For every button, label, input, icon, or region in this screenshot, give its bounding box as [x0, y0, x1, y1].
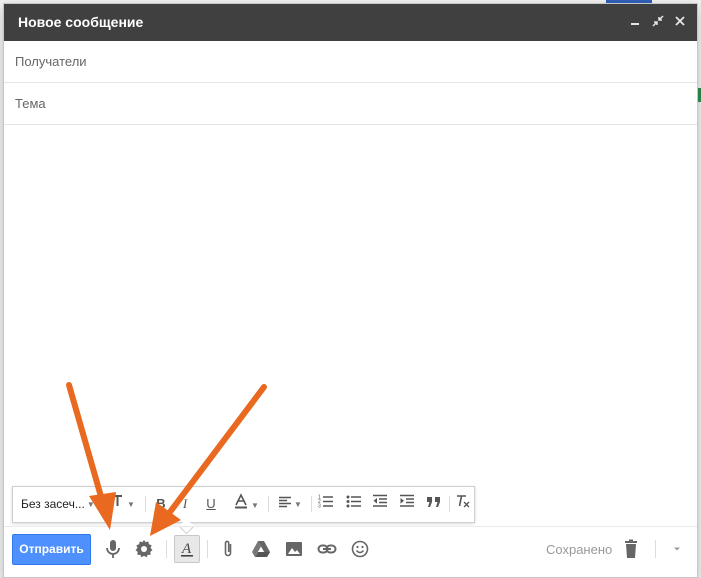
chevron-down-icon: ▼ — [294, 499, 302, 509]
divider — [166, 540, 167, 558]
microphone-icon[interactable] — [101, 537, 125, 561]
send-button[interactable]: Отправить — [12, 534, 91, 565]
compose-window: Новое сообщение Получатели Тема Без засе… — [4, 4, 697, 577]
font-select[interactable]: Без засеч... ▼ — [21, 493, 95, 515]
indent-more-icon[interactable] — [396, 493, 418, 515]
formatting-toolbar: Без засеч... ▼ ▼ B I U ▼ ▼ 123 — [12, 486, 475, 535]
indent-less-icon[interactable] — [369, 493, 391, 515]
close-icon[interactable] — [669, 10, 691, 34]
text-color-select[interactable]: ▼ — [229, 493, 263, 515]
trash-icon[interactable] — [619, 537, 643, 561]
text-color-icon — [235, 493, 248, 509]
subject-field[interactable]: Тема — [4, 83, 697, 125]
numbered-list-icon[interactable]: 123 — [315, 493, 337, 515]
exit-fullscreen-icon[interactable] — [647, 10, 669, 34]
bulleted-list-icon[interactable] — [343, 493, 365, 515]
emoji-icon[interactable] — [348, 537, 372, 561]
divider — [100, 496, 101, 512]
drive-icon[interactable] — [249, 537, 273, 561]
divider — [207, 540, 208, 558]
svg-text:A: A — [181, 541, 192, 557]
subject-placeholder: Тема — [15, 96, 46, 111]
saved-status: Сохранено — [546, 542, 613, 557]
bold-icon[interactable]: B — [151, 493, 171, 515]
chevron-down-icon: ▼ — [251, 500, 259, 510]
font-size-select[interactable]: ▼ — [105, 493, 135, 515]
font-select-label: Без засеч... — [21, 497, 85, 511]
divider — [449, 496, 450, 512]
quote-icon[interactable] — [423, 493, 445, 515]
underline-icon[interactable]: U — [201, 493, 221, 515]
svg-text:3: 3 — [318, 504, 321, 509]
divider — [311, 496, 312, 512]
recipients-field[interactable]: Получатели — [4, 41, 697, 83]
minimize-icon[interactable] — [624, 10, 646, 34]
chevron-down-icon: ▼ — [86, 499, 95, 509]
paperclip-icon[interactable] — [216, 537, 240, 561]
align-select[interactable]: ▼ — [273, 493, 307, 515]
align-left-icon — [279, 496, 292, 508]
formatting-toggle-icon[interactable]: A — [174, 535, 200, 563]
link-icon[interactable] — [315, 537, 339, 561]
gear-icon[interactable] — [132, 537, 156, 561]
compose-bottom-bar: Отправить A Сохранено — [4, 526, 697, 578]
divider — [145, 496, 146, 512]
recipients-placeholder: Получатели — [15, 54, 87, 69]
clear-formatting-icon[interactable] — [453, 493, 473, 515]
compose-titlebar[interactable]: Новое сообщение — [4, 4, 697, 41]
photo-icon[interactable] — [282, 537, 306, 561]
text-size-icon — [106, 495, 123, 506]
compose-title: Новое сообщение — [18, 14, 144, 30]
message-body[interactable] — [4, 126, 697, 526]
chevron-down-icon: ▼ — [127, 499, 135, 509]
more-options-icon[interactable] — [665, 537, 689, 561]
divider — [655, 540, 656, 558]
divider — [268, 496, 269, 512]
italic-icon[interactable]: I — [175, 493, 195, 515]
